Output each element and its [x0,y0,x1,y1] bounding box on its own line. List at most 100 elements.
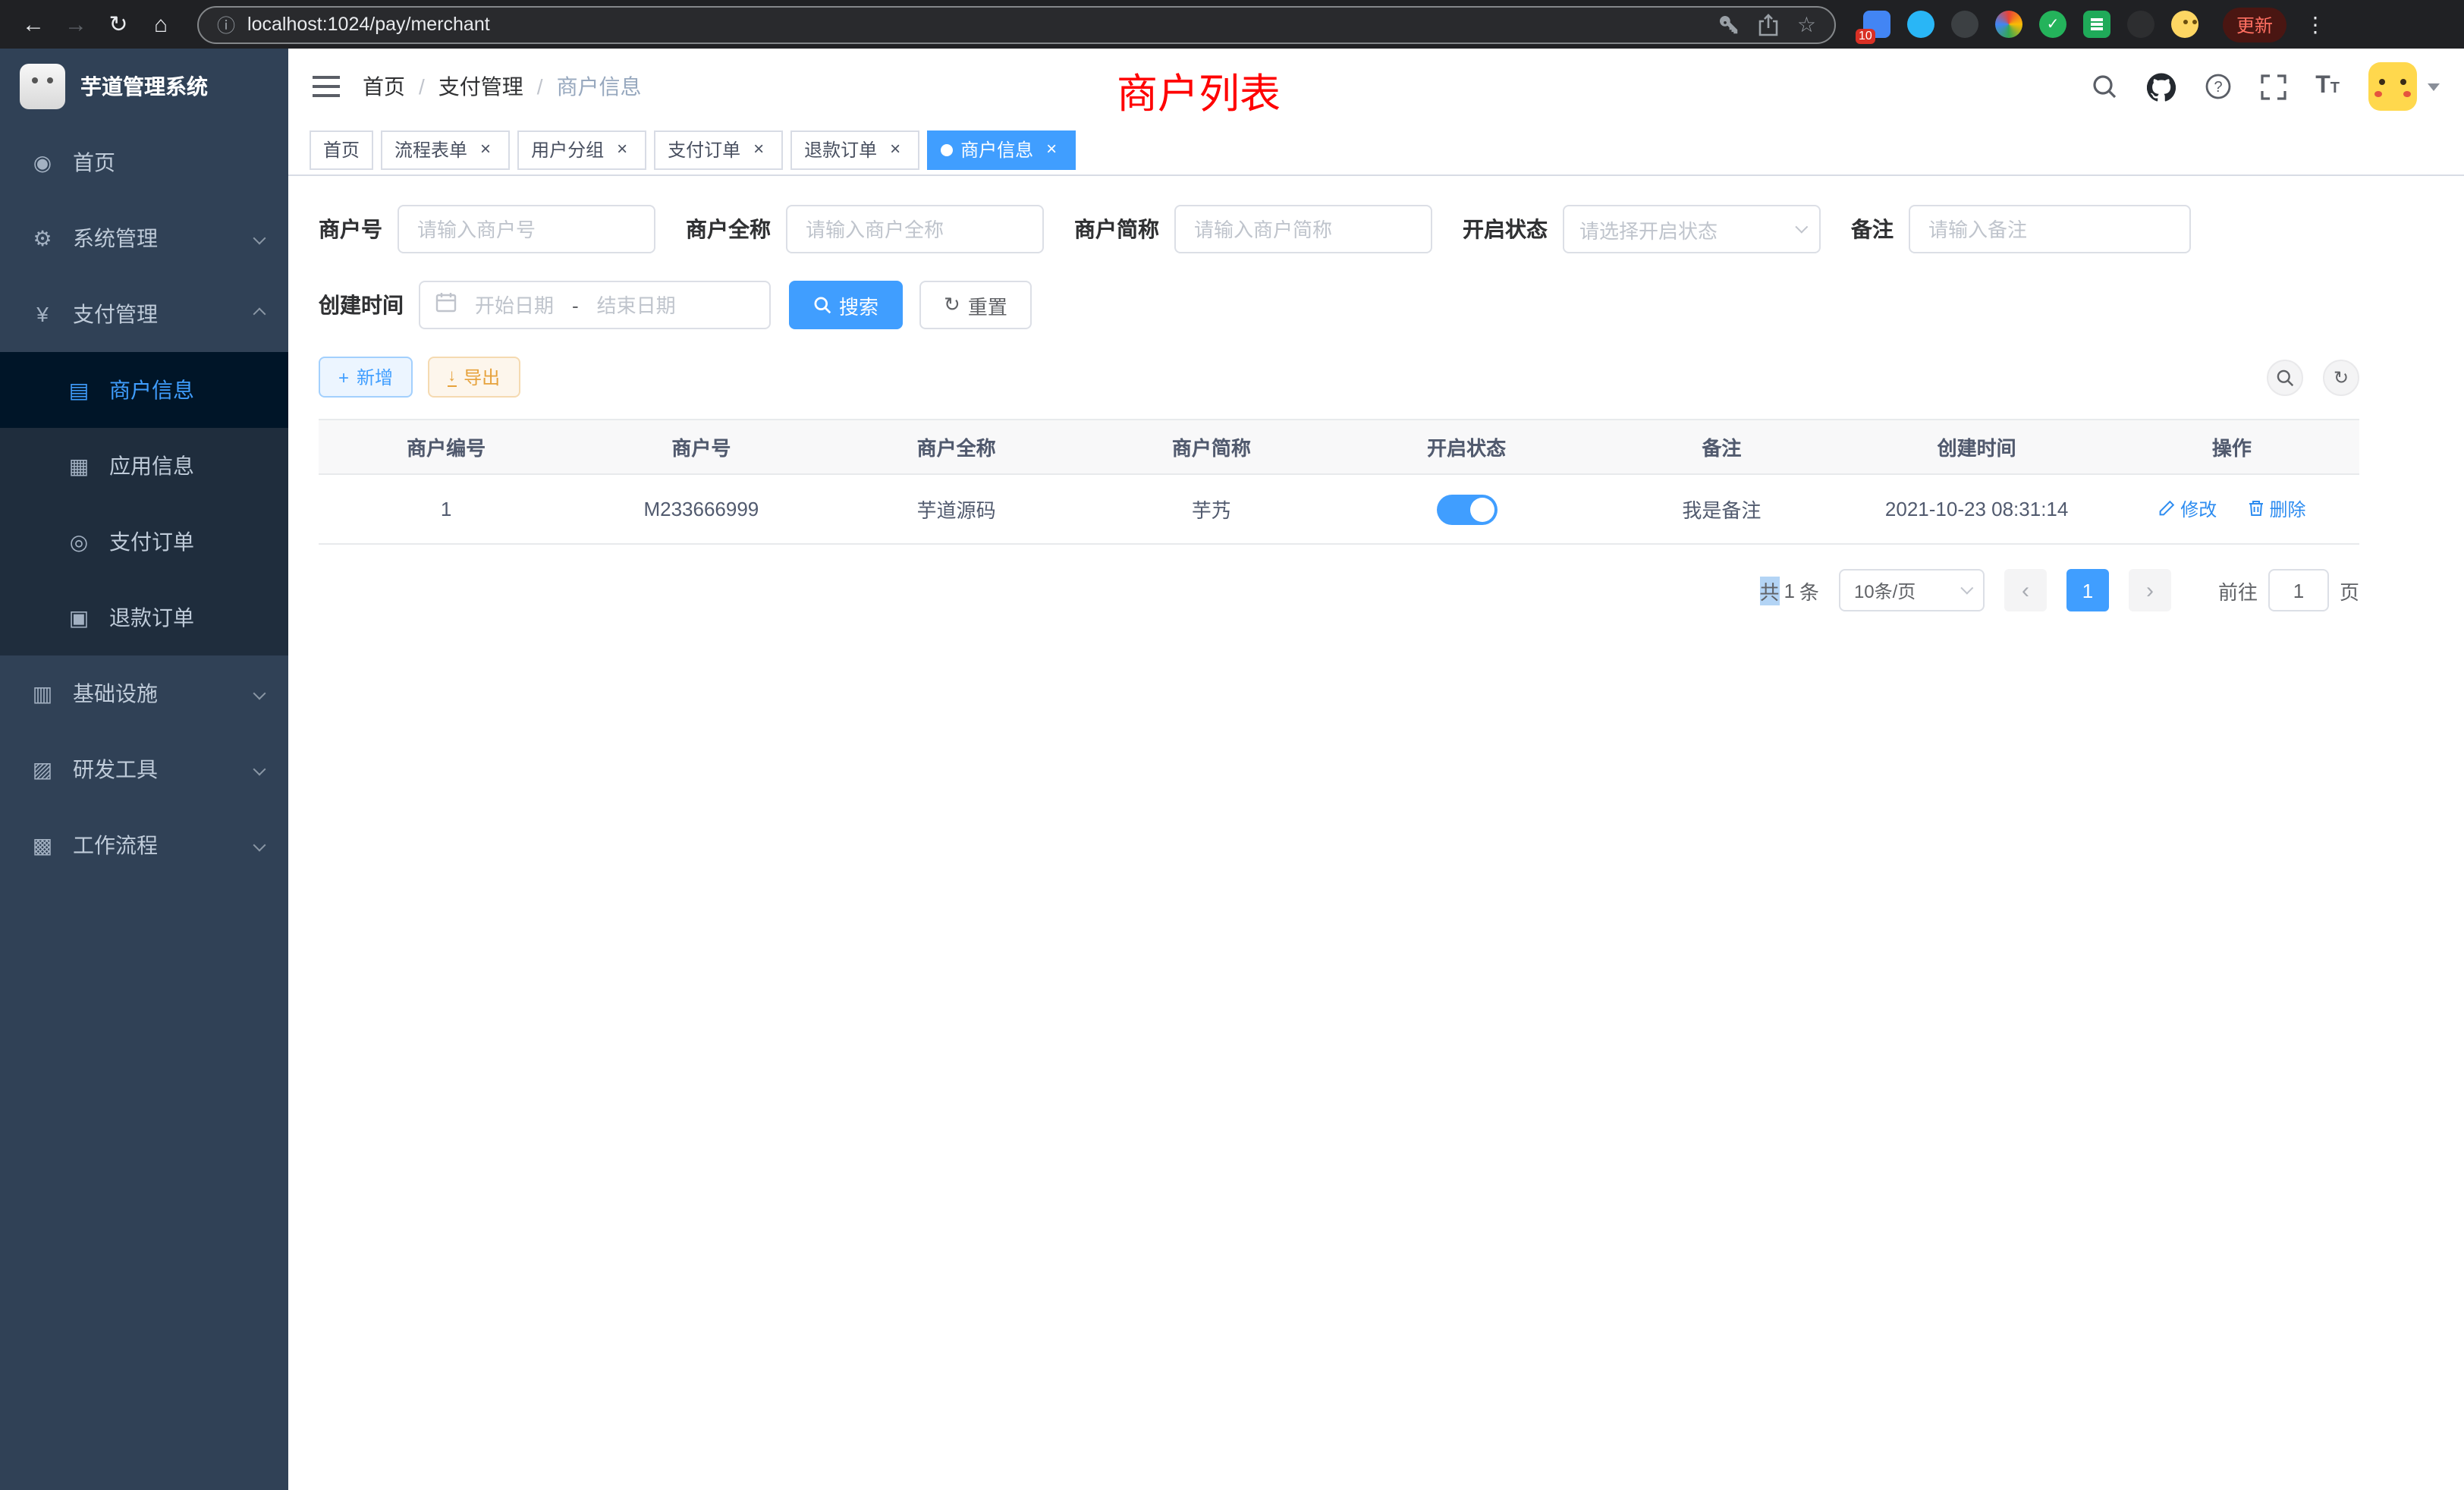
sidebar-item-refund-order[interactable]: ▣ 退款订单 [0,580,288,655]
remark-input[interactable] [1909,205,2191,253]
sidebar-toggle-icon[interactable] [313,76,340,97]
add-button[interactable]: + 新增 [319,357,413,398]
start-date-input[interactable] [466,294,563,316]
merchant-no-input[interactable] [398,205,655,253]
user-menu[interactable] [2368,62,2440,111]
end-date-input[interactable] [588,294,685,316]
date-range-picker[interactable]: - [419,281,771,329]
sidebar-item-label: 首页 [73,147,115,178]
tab-process-form[interactable]: 流程表单 × [381,130,510,169]
sidebar-item-workflow[interactable]: ▩ 工作流程 [0,807,288,883]
pencil-icon [2158,500,2176,518]
extensions-area: 10 ✓ [1863,11,2198,38]
delete-link[interactable]: 删除 [2247,496,2306,522]
refresh-icon: ↻ [944,293,960,317]
table-header-row: 商户编号 商户号 商户全称 商户简称 开启状态 备注 创建时间 操作 [319,420,2359,474]
bookmark-star-icon[interactable]: ☆ [1797,11,1816,37]
filter-row-2: 创建时间 - 搜索 ↻ 重置 [319,281,2359,329]
password-key-icon[interactable] [1718,13,1741,36]
tab-pay-order[interactable]: 支付订单 × [654,130,783,169]
devtools-icon: ▨ [30,756,55,782]
prev-page-button[interactable]: ‹ [2004,569,2047,611]
app-title: 芋道管理系统 [80,71,208,102]
font-size-small-glyph: T [2330,80,2340,99]
table-tools: ↻ [2267,359,2359,395]
page-size-value: 10条/页 [1854,577,1916,603]
browser-update-button[interactable]: 更新 [2223,7,2286,42]
extension-icon[interactable] [1951,11,1978,38]
show-search-button[interactable] [2267,359,2303,395]
next-page-button[interactable]: › [2129,569,2171,611]
extension-icon[interactable] [2127,11,2154,38]
workflow-icon: ▩ [30,832,55,858]
font-size-icon[interactable]: TT [2315,74,2340,99]
tab-label: 用户分组 [531,137,604,162]
home-icon[interactable]: ⌂ [143,11,179,37]
close-icon[interactable]: × [475,139,496,160]
sidebar-item-home[interactable]: ◉ 首页 [0,124,288,200]
sidebar-item-merchant-info[interactable]: ▤ 商户信息 [0,352,288,428]
forward-icon[interactable]: → [58,11,94,37]
back-icon[interactable]: ← [15,11,52,37]
cell-merchant-id: 1 [319,474,574,544]
address-bar[interactable]: ⓘ localhost:1024/pay/merchant ☆ [197,5,1836,43]
browser-menu-icon[interactable]: ⋮ [2305,11,2326,37]
tab-user-group[interactable]: 用户分组 × [517,130,646,169]
app-logo[interactable]: 芋道管理系统 [0,49,288,124]
extension-icon[interactable] [2083,11,2110,38]
sidebar-item-infrastructure[interactable]: ▥ 基础设施 [0,655,288,731]
tab-home[interactable]: 首页 [310,130,373,169]
search-button[interactable]: 搜索 [789,281,903,329]
refresh-table-button[interactable]: ↻ [2323,359,2359,395]
sidebar-item-label: 系统管理 [73,223,158,253]
search-icon [813,296,831,314]
extension-icon[interactable] [1995,11,2022,38]
field-label: 开启状态 [1463,214,1548,244]
sidebar-item-label: 工作流程 [73,830,158,860]
full-name-input[interactable] [786,205,1044,253]
edit-link[interactable]: 修改 [2158,496,2217,522]
github-icon[interactable] [2147,72,2176,101]
sidebar-item-pay-order[interactable]: ◎ 支付订单 [0,504,288,580]
column-header: 备注 [1594,420,1849,474]
close-icon[interactable]: × [885,139,906,160]
page-size-select[interactable]: 10条/页 [1839,569,1985,611]
breadcrumb-payment[interactable]: 支付管理 [438,71,523,102]
goto-page-input[interactable] [2268,569,2329,611]
reset-button[interactable]: ↻ 重置 [919,281,1032,329]
help-icon[interactable]: ? [2205,73,2232,100]
search-icon[interactable] [2091,73,2118,100]
close-icon[interactable]: × [748,139,769,160]
tab-refund-order[interactable]: 退款订单 × [790,130,919,169]
sidebar-item-system[interactable]: ⚙ 系统管理 [0,200,288,276]
extension-icon[interactable]: ✓ [2039,11,2066,38]
extension-icon[interactable] [1907,11,1934,38]
export-button[interactable]: ↓ 导出 [428,357,520,398]
field-label: 备注 [1851,214,1894,244]
button-label: 导出 [464,364,500,390]
sidebar-item-devtools[interactable]: ▨ 研发工具 [0,731,288,807]
filter-remark: 备注 [1851,205,2191,253]
page-1-button[interactable]: 1 [2066,569,2109,611]
extension-icon[interactable] [2171,11,2198,38]
navbar: 首页 / 支付管理 / 商户信息 ? TT [288,49,2464,124]
status-toggle[interactable] [1436,494,1497,524]
close-icon[interactable]: × [611,139,633,160]
fullscreen-icon[interactable] [2261,74,2286,99]
sidebar-item-app-info[interactable]: ▦ 应用信息 [0,428,288,504]
status-select[interactable]: 请选择开启状态 [1563,205,1821,253]
sidebar-item-payment[interactable]: ¥ 支付管理 [0,276,288,352]
extension-icon[interactable]: 10 [1863,11,1890,38]
breadcrumb: 首页 / 支付管理 / 商户信息 [363,71,642,102]
site-info-icon[interactable]: ⓘ [217,11,235,37]
filter-short-name: 商户简称 [1074,205,1432,253]
share-icon[interactable] [1759,13,1779,36]
reload-icon[interactable]: ↻ [100,11,137,38]
close-icon[interactable]: × [1041,139,1062,160]
tab-merchant-info[interactable]: 商户信息 × [927,130,1076,169]
table-toolbar: + 新增 ↓ 导出 ↻ [319,357,2359,398]
short-name-input[interactable] [1174,205,1432,253]
download-icon: ↓ [448,368,456,386]
breadcrumb-home[interactable]: 首页 [363,71,405,102]
filter-create-time: 创建时间 - [319,281,789,329]
